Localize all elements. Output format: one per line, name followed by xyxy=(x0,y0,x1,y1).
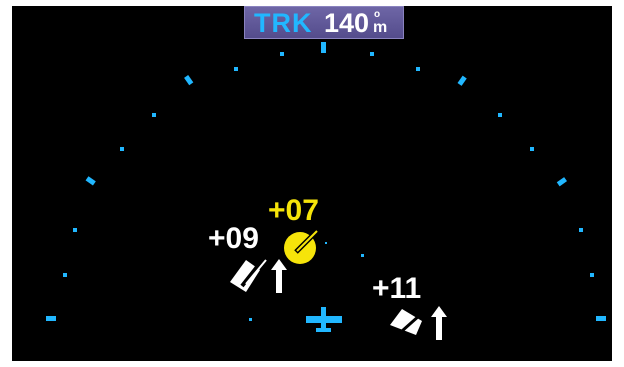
magnetic-unit: m xyxy=(373,19,388,36)
ring-tick xyxy=(556,177,567,187)
inner-ring-dot xyxy=(249,318,252,321)
ring-tick xyxy=(46,316,56,321)
ring-tick xyxy=(85,176,96,186)
climbing-arrow-icon xyxy=(431,306,447,340)
track-value: 140 xyxy=(324,8,370,38)
ring-dot xyxy=(590,273,594,277)
climbing-arrow-icon xyxy=(271,259,287,293)
ring-dot xyxy=(63,273,67,277)
ring-dot xyxy=(530,147,534,151)
inner-ring-dot xyxy=(361,254,364,257)
own-aircraft-icon xyxy=(306,307,342,332)
ring-tick xyxy=(457,75,467,86)
ring-dot xyxy=(234,67,238,71)
track-label: TRK xyxy=(254,8,313,38)
traffic-altitude-label: +09 xyxy=(208,222,259,255)
ring-dot xyxy=(120,147,124,151)
ring-dot xyxy=(370,52,374,56)
ring-tick xyxy=(184,75,194,86)
ring-dot xyxy=(280,52,284,56)
heading-tick xyxy=(321,42,326,53)
traffic-altitude-label: +11 xyxy=(372,272,422,305)
ring-dot xyxy=(73,228,77,232)
ring-dot xyxy=(579,228,583,232)
traffic-display: TRK 140 o m +07 +09 +11 xyxy=(12,6,612,361)
ring-dot xyxy=(416,67,420,71)
ring-dot xyxy=(498,113,502,117)
traffic-altitude-label: +07 xyxy=(268,194,319,227)
track-heading-box: TRK 140 o m xyxy=(244,6,404,39)
ring-tick xyxy=(596,316,606,321)
ring-dot xyxy=(152,113,156,117)
traffic-target-icon[interactable] xyxy=(386,303,434,339)
